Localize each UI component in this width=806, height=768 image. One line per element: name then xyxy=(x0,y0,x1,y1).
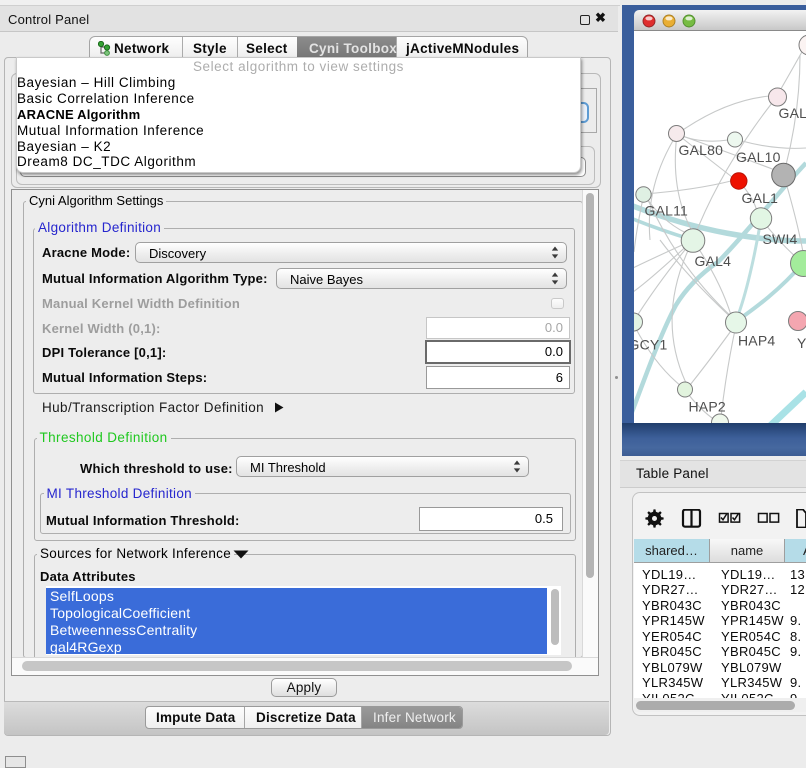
svg-text:GAL80: GAL80 xyxy=(679,142,724,158)
svg-text:GAL1: GAL1 xyxy=(742,190,779,206)
svg-text:HAP4: HAP4 xyxy=(738,333,775,349)
svg-text:GAL10: GAL10 xyxy=(736,149,781,165)
svg-text:GAL2: GAL2 xyxy=(779,105,806,121)
svg-text:GCY1: GCY1 xyxy=(634,337,667,353)
svg-text:GAL4: GAL4 xyxy=(695,253,732,269)
svg-text:GAL11: GAL11 xyxy=(645,203,689,219)
svg-text:YM: YM xyxy=(797,335,806,351)
svg-text:HAP2: HAP2 xyxy=(689,399,726,415)
svg-text:SWI4: SWI4 xyxy=(763,231,798,247)
